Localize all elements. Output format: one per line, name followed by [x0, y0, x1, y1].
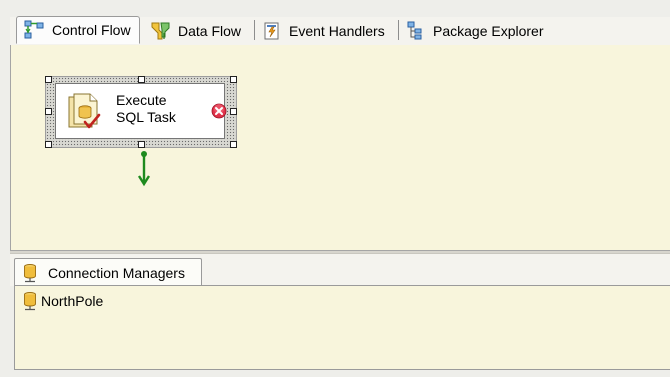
- resize-handle-bottom[interactable]: [138, 141, 145, 148]
- resize-handle-right[interactable]: [230, 108, 237, 115]
- ssis-package-designer: Control Flow Data Flow Event Handlers Pa…: [0, 0, 670, 377]
- connection-manager-item[interactable]: NorthPole: [21, 291, 103, 311]
- precedence-constraint-arrow[interactable]: [137, 148, 151, 188]
- execute-sql-task[interactable]: Execute SQL Task: [45, 76, 237, 148]
- event-handlers-icon: [264, 22, 279, 40]
- connection-managers-panel[interactable]: NorthPole: [14, 285, 670, 370]
- data-flow-icon: [151, 22, 170, 40]
- connection-manager-label: NorthPole: [41, 293, 104, 309]
- resize-handle-top-left[interactable]: [45, 76, 52, 83]
- resize-handle-bottom-right[interactable]: [230, 141, 237, 148]
- tab-event-handlers[interactable]: Event Handlers: [255, 17, 391, 45]
- resize-handle-bottom-left[interactable]: [45, 141, 52, 148]
- task-label-line-1: Execute: [116, 92, 167, 108]
- tab-event-handlers-label: Event Handlers: [289, 23, 385, 39]
- designer-tab-strip: Control Flow Data Flow Event Handlers Pa…: [10, 16, 670, 46]
- tab-package-explorer[interactable]: Package Explorer: [399, 17, 550, 45]
- tab-connection-managers[interactable]: Connection Managers: [14, 258, 202, 286]
- error-icon: [211, 103, 227, 119]
- tab-connection-managers-label: Connection Managers: [48, 264, 185, 281]
- connection-manager-icon: [24, 292, 36, 311]
- bottom-border: [10, 370, 670, 377]
- package-explorer-icon: [407, 21, 422, 40]
- resize-handle-top[interactable]: [138, 76, 145, 83]
- connection-managers-tab-strip: Connection Managers: [10, 254, 670, 286]
- control-flow-icon: [24, 20, 44, 39]
- tab-data-flow[interactable]: Data Flow: [144, 17, 247, 45]
- tab-control-flow[interactable]: Control Flow: [16, 16, 140, 44]
- control-flow-canvas[interactable]: Execute SQL Task: [10, 45, 670, 250]
- tab-data-flow-label: Data Flow: [178, 23, 242, 39]
- task-label-line-2: SQL Task: [116, 109, 176, 125]
- execute-sql-task-icon: [68, 93, 101, 129]
- task-label: Execute SQL Task: [116, 92, 176, 126]
- resize-handle-left[interactable]: [45, 108, 52, 115]
- tab-package-explorer-label: Package Explorer: [433, 23, 544, 39]
- connection-manager-icon: [24, 263, 36, 282]
- resize-handle-top-right[interactable]: [230, 76, 237, 83]
- tab-control-flow-label: Control Flow: [52, 22, 131, 38]
- task-box[interactable]: Execute SQL Task: [55, 83, 227, 139]
